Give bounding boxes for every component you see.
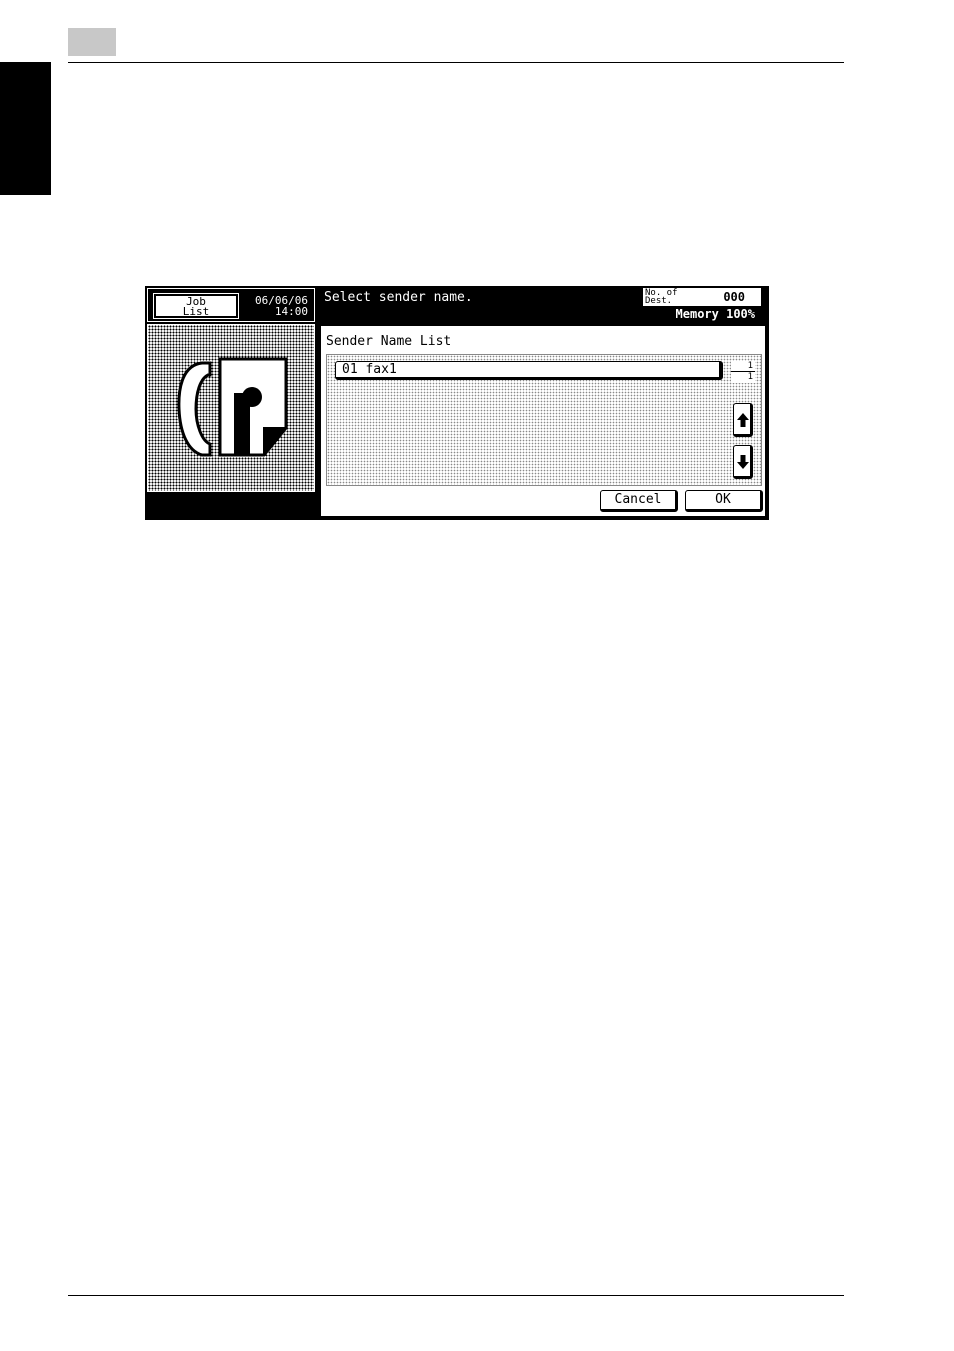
cancel-button[interactable]: Cancel bbox=[600, 490, 678, 512]
time: 14:00 bbox=[274, 305, 308, 318]
fax-phone-icon bbox=[177, 357, 288, 457]
page-total: 1 bbox=[747, 372, 753, 382]
ok-button[interactable]: OK bbox=[685, 490, 763, 512]
arrow-down-icon bbox=[737, 455, 749, 469]
sender-name-list: 01 fax1 1 1 bbox=[326, 354, 762, 486]
scroll-down-button[interactable] bbox=[733, 445, 753, 479]
page-current: 1 bbox=[747, 361, 753, 371]
dest-label-line2: Dest. bbox=[645, 296, 673, 306]
control-panel-screen: Job List 06/06/06 14:00 Select sender na… bbox=[145, 286, 769, 520]
sender-item-01[interactable]: 01 fax1 bbox=[335, 361, 723, 380]
destination-count-box: No. of Dest. 000 bbox=[643, 288, 761, 306]
job-list-button[interactable]: Job List bbox=[154, 294, 238, 318]
left-footer bbox=[147, 494, 315, 518]
scroll-up-button[interactable] bbox=[733, 403, 753, 437]
list-title: Sender Name List bbox=[326, 334, 452, 349]
footer-rule bbox=[68, 1295, 844, 1296]
header-rule bbox=[68, 62, 844, 63]
sender-name-dialog: Sender Name List 01 fax1 1 1 Cancel OK bbox=[319, 324, 767, 518]
memory-status: Memory 100% bbox=[675, 307, 755, 321]
left-header: Job List 06/06/06 14:00 bbox=[147, 288, 315, 322]
status-message: Select sender name. bbox=[324, 290, 473, 305]
side-tab bbox=[0, 62, 51, 195]
job-list-label-2: List bbox=[182, 305, 210, 318]
destination-count: 000 bbox=[723, 290, 745, 304]
arrow-up-icon bbox=[737, 413, 749, 427]
mode-panel bbox=[147, 324, 315, 492]
date-time: 06/06/06 14:00 bbox=[255, 295, 308, 317]
page-indicator: 1 1 bbox=[731, 361, 755, 383]
destination-count-label: No. of Dest. bbox=[645, 289, 678, 306]
chapter-number-box bbox=[68, 28, 116, 56]
